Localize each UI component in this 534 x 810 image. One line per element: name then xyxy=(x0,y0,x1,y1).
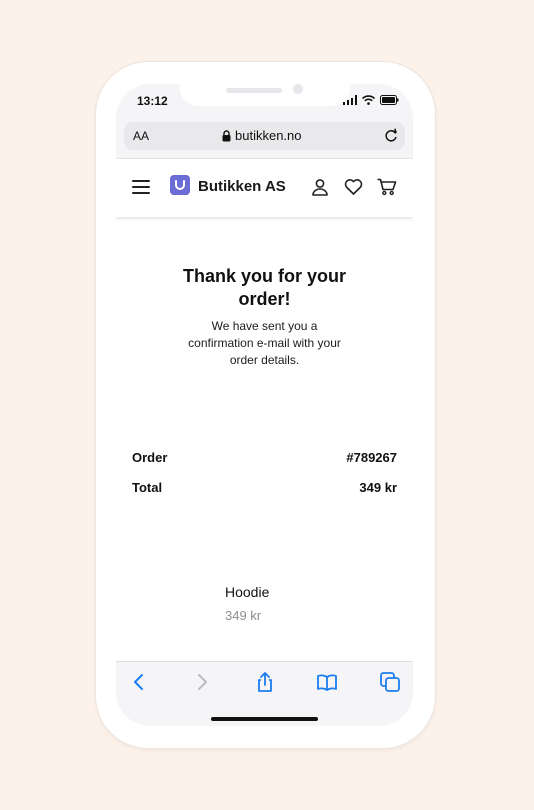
item-name: Hoodie xyxy=(225,584,270,600)
signal-icon xyxy=(343,95,357,105)
order-total-row: Total 349 kr xyxy=(132,480,397,495)
battery-icon xyxy=(380,95,399,105)
camera xyxy=(293,84,303,94)
confirmation-title-line2: order! xyxy=(238,289,291,309)
confirmation-title: Thank you for your order! xyxy=(116,265,413,311)
text-size-button[interactable]: AA xyxy=(133,129,149,143)
url-text: butikken.no xyxy=(235,128,302,143)
cart-icon[interactable] xyxy=(377,178,397,196)
address-bar[interactable]: AA butikken.no xyxy=(124,122,405,150)
total-label: Total xyxy=(132,480,163,495)
brand-name[interactable]: Butikken AS xyxy=(198,178,286,195)
order-number: #789267 xyxy=(346,450,397,465)
home-indicator xyxy=(211,717,318,721)
share-icon[interactable] xyxy=(254,671,276,693)
user-icon[interactable] xyxy=(311,178,329,196)
wifi-icon xyxy=(362,95,375,105)
status-icons xyxy=(343,94,399,106)
confirmation-message-line1: We have sent you a xyxy=(211,319,318,333)
url-display[interactable]: butikken.no xyxy=(222,128,302,143)
bookmarks-icon[interactable] xyxy=(316,671,338,693)
order-label: Order xyxy=(132,450,168,465)
site-header: Butikken AS xyxy=(116,158,413,217)
status-time: 13:12 xyxy=(137,94,168,108)
item-price: 349 kr xyxy=(225,608,262,623)
confirmation-title-line1: Thank you for your xyxy=(182,266,346,286)
notch xyxy=(180,84,350,106)
forward-icon[interactable] xyxy=(191,671,213,693)
back-icon[interactable] xyxy=(128,671,150,693)
tabs-icon[interactable] xyxy=(379,671,401,693)
web-page: Butikken AS Thank you for your order! We… xyxy=(116,158,413,661)
bag-logo-icon[interactable] xyxy=(170,175,190,195)
speaker xyxy=(226,88,282,93)
heart-icon[interactable] xyxy=(344,178,363,196)
lock-icon xyxy=(222,129,231,141)
order-number-row: Order #789267 xyxy=(132,450,397,465)
confirmation-message: We have sent you a confirmation e-mail w… xyxy=(174,318,355,369)
reload-icon[interactable] xyxy=(384,128,398,143)
order-total: 349 kr xyxy=(359,480,397,495)
phone-screen: 13:12 AA butikken.no Butikken AS Thank y… xyxy=(116,84,413,726)
confirmation-message-line3: order details. xyxy=(229,353,300,367)
confirmation-message-line2: confirmation e-mail with your xyxy=(188,336,341,350)
hamburger-icon[interactable] xyxy=(132,180,150,194)
